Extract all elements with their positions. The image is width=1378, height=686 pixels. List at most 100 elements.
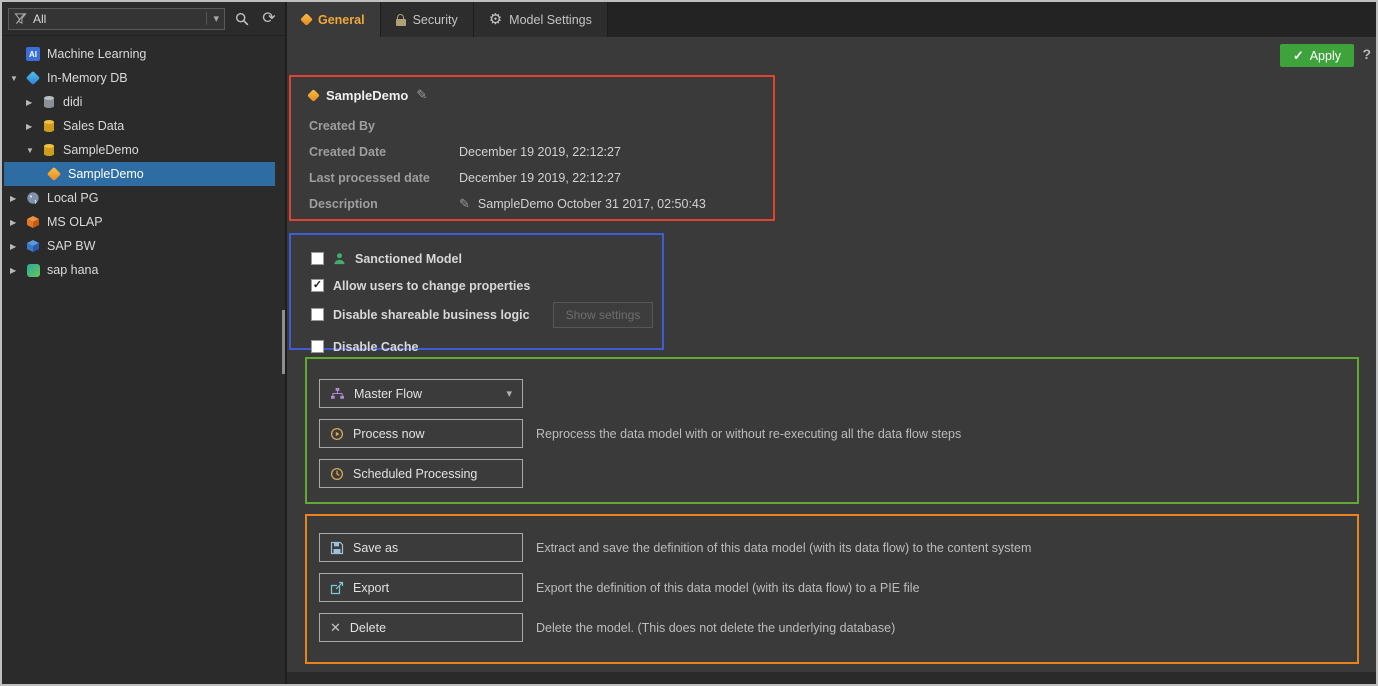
export-label: Export [353,581,389,595]
flow-dropdown-value: Master Flow [354,387,422,401]
tree-item-label: SampleDemo [68,167,144,181]
export-icon [330,581,344,595]
person-icon [333,252,346,265]
allow-change-label: Allow users to change properties [333,279,530,293]
export-button[interactable]: Export [319,573,523,602]
disable-cache-checkbox[interactable]: ✓ [311,340,324,353]
diamond-orange-icon [46,169,62,179]
disable-cache-label: Disable Cache [333,340,418,354]
save-as-button[interactable]: Save as [319,533,523,562]
edit-title-icon[interactable]: ✎ [416,87,427,103]
scheduled-processing-button[interactable]: Scheduled Processing [319,459,523,488]
tab-label: General [318,13,365,27]
disable-logic-checkbox[interactable]: ✓ [311,308,324,321]
tree-item-label: Machine Learning [47,47,146,61]
collapsed-arrow-icon[interactable]: ▶ [10,218,25,227]
tab-security[interactable]: Security [381,2,474,37]
last-processed-value: December 19 2019, 22:12:27 [459,165,773,191]
save-icon [330,541,344,555]
tab-model-settings[interactable]: ⚙ Model Settings [474,2,608,37]
cube-orange-icon [25,215,41,229]
flow-dropdown[interactable]: Master Flow ▾ [319,379,523,408]
tab-label: Security [413,13,458,27]
scheduled-processing-row: Scheduled Processing [319,459,1357,488]
sanctioned-model-label: Sanctioned Model [355,252,462,266]
collapsed-arrow-icon[interactable]: ▶ [10,194,25,203]
created-by-label: Created By [309,113,459,139]
edit-description-icon[interactable]: ✎ [459,196,470,212]
show-settings-button[interactable]: Show settings [553,302,654,328]
search-button[interactable] [232,9,252,29]
datasource-filter-dropdown[interactable]: All ▾ [8,8,225,30]
model-detail-grid: Created By Created Date December 19 2019… [291,107,773,217]
tree-item-sales-data[interactable]: ▶ Sales Data [2,114,275,138]
model-options-panel: ✓ Sanctioned Model ✓ Allow users to chan… [289,233,664,350]
tree-item-label: sap hana [47,263,98,277]
expanded-arrow-icon[interactable]: ▼ [10,74,25,83]
ai-icon: AI [25,47,41,61]
chevron-down-icon: ▾ [506,387,512,400]
tree-item-sampledemo-model[interactable]: SampleDemo [4,162,275,186]
tree-item-label: Local PG [47,191,98,205]
sanctioned-model-checkbox[interactable]: ✓ [311,252,324,265]
tree-item-didi[interactable]: ▶ didi [2,90,275,114]
save-as-label: Save as [353,541,398,555]
created-date-value: December 19 2019, 22:12:27 [459,139,773,165]
postgres-icon [25,191,41,205]
datasource-tree: AI Machine Learning ▼ In-Memory DB ▶ did… [2,36,285,282]
flow-icon [330,387,345,400]
lock-icon [396,14,406,26]
sidebar-toolbar: All ▾ ⟳ [2,2,285,36]
tree-item-sampledemo-db[interactable]: ▼ SampleDemo [2,138,275,162]
process-icon [330,427,344,441]
tree-item-ms-olap[interactable]: ▶ MS OLAP [2,210,275,234]
management-panel: Save as Extract and save the definition … [305,514,1359,664]
help-button[interactable]: ? [1362,46,1371,62]
delete-button[interactable]: ✕ Delete [319,613,523,642]
disable-logic-row: ✓ Disable shareable business logic Show … [311,299,662,330]
tab-label: Model Settings [509,13,592,27]
collapsed-arrow-icon[interactable]: ▶ [26,98,41,107]
tree-item-label: MS OLAP [47,215,103,229]
process-now-label: Process now [353,427,425,441]
tree-item-label: SAP BW [47,239,95,253]
export-row: Export Export the definition of this dat… [319,573,1357,602]
tree-item-local-pg[interactable]: ▶ Local PG [2,186,275,210]
tab-general[interactable]: General [287,2,381,37]
process-now-button[interactable]: Process now [319,419,523,448]
allow-change-row: ✓ Allow users to change properties [311,272,662,299]
description-value: SampleDemo October 31 2017, 02:50:43 [478,197,706,211]
database-yellow-icon [41,119,57,133]
tree-item-in-memory-db[interactable]: ▼ In-Memory DB [2,66,275,90]
processing-panel: Master Flow ▾ Process now Reprocess the … [305,357,1359,504]
description-value-row: ✎ SampleDemo October 31 2017, 02:50:43 [459,191,773,217]
tree-item-label: In-Memory DB [47,71,128,85]
process-now-description: Reprocess the data model with or without… [536,427,961,441]
export-description: Export the definition of this data model… [536,581,920,595]
tree-item-machine-learning[interactable]: AI Machine Learning [2,42,275,66]
apply-button[interactable]: ✓ Apply [1280,44,1354,67]
process-now-row: Process now Reprocess the data model wit… [319,419,1357,448]
tree-item-sap-hana[interactable]: ▶ sap hana [2,258,275,282]
last-processed-label: Last processed date [309,165,459,191]
tree-item-label: Sales Data [63,119,124,133]
allow-change-checkbox[interactable]: ✓ [311,279,324,292]
app-window: All ▾ ⟳ AI Machine Learning ▼ In-Memory … [0,0,1378,686]
check-icon: ✓ [1293,48,1304,64]
schedule-icon [330,467,344,481]
collapsed-arrow-icon[interactable]: ▶ [26,122,41,131]
save-as-description: Extract and save the definition of this … [536,541,1031,555]
sanctioned-model-row: ✓ Sanctioned Model [311,245,662,272]
diamond-blue-icon [25,73,41,83]
scheduled-processing-label: Scheduled Processing [353,467,477,481]
delete-label: Delete [350,621,386,635]
refresh-icon: ⟳ [262,11,275,27]
expanded-arrow-icon[interactable]: ▼ [26,146,41,155]
tree-item-sap-bw[interactable]: ▶ SAP BW [2,234,275,258]
collapsed-arrow-icon[interactable]: ▶ [10,266,25,275]
diamond-orange-icon [300,13,313,26]
collapsed-arrow-icon[interactable]: ▶ [10,242,25,251]
cube-blue-icon [25,239,41,253]
database-gray-icon [41,95,57,109]
refresh-button[interactable]: ⟳ [259,9,279,29]
